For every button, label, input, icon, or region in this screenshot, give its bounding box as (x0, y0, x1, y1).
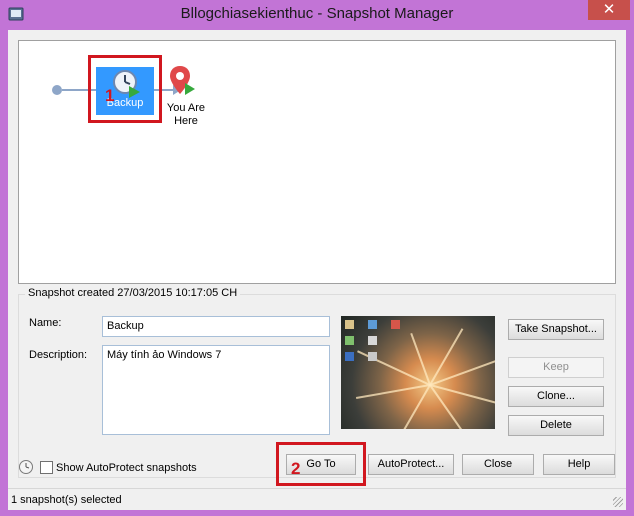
title-bar[interactable]: Bllogchiasekienthuc - Snapshot Manager ✕ (0, 0, 634, 30)
you-are-here-line2: Here (174, 115, 198, 127)
snapshot-tree[interactable]: Backup You Are Here 1 (18, 40, 616, 284)
snapshot-created-label: Snapshot created 27/03/2015 10:17:05 CH (25, 287, 241, 299)
help-button[interactable]: Help (543, 454, 615, 475)
show-autoprotect-checkbox[interactable] (40, 461, 53, 474)
annotation-number-1: 1 (105, 86, 115, 105)
keep-button[interactable]: Keep (508, 357, 604, 378)
you-are-here-label: You Are Here (161, 102, 211, 128)
annotation-number-2: 2 (291, 459, 301, 478)
show-autoprotect-label[interactable]: Show AutoProtect snapshots (56, 462, 197, 474)
close-button[interactable]: Close (462, 454, 534, 475)
autoprotect-button[interactable]: AutoProtect... (368, 454, 454, 475)
snapshot-manager-window: Bllogchiasekienthuc - Snapshot Manager ✕… (0, 0, 634, 516)
annotation-box-1 (88, 55, 162, 123)
status-text: 1 snapshot(s) selected (11, 494, 122, 506)
snapshot-thumbnail (341, 316, 495, 429)
clone-button[interactable]: Clone... (508, 386, 604, 407)
delete-button[interactable]: Delete (508, 415, 604, 436)
description-input[interactable]: Máy tính ảo Windows 7 (102, 345, 330, 435)
resize-grip-icon[interactable] (613, 497, 623, 507)
name-input[interactable]: Backup (102, 316, 330, 337)
window-title: Bllogchiasekienthuc - Snapshot Manager (180, 5, 454, 22)
close-window-button[interactable]: ✕ (588, 0, 630, 20)
timeline-start-node (52, 85, 62, 95)
annotation-box-2 (276, 442, 366, 486)
you-are-here-line1: You Are (166, 102, 206, 114)
name-label: Name: (29, 317, 62, 329)
you-are-here-pin-icon (170, 66, 195, 95)
client-area: Backup You Are Here 1 Snapshot created 2… (8, 30, 626, 510)
description-label: Description: (29, 349, 88, 361)
status-bar: 1 snapshot(s) selected (8, 488, 626, 510)
take-snapshot-button[interactable]: Take Snapshot... (508, 319, 604, 340)
autoprotect-clock-icon (19, 460, 33, 474)
